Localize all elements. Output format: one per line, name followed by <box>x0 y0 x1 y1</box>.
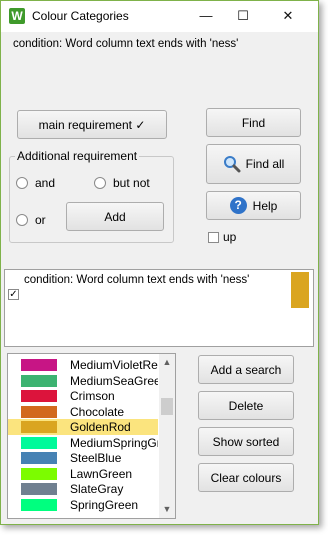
current-condition-text: condition: Word column text ends with 'n… <box>13 38 239 50</box>
colour-list-scrollbar[interactable]: ▲ ▼ <box>159 354 175 518</box>
colour-list-item[interactable]: MediumSeaGreen <box>8 373 158 389</box>
show-sorted-button[interactable]: Show sorted <box>198 427 294 456</box>
colour-name: SteelBlue <box>70 451 122 465</box>
colour-swatch <box>21 359 57 371</box>
search-item-checkbox[interactable]: ✓ <box>8 289 19 300</box>
window-title: Colour Categories <box>32 9 129 23</box>
find-button[interactable]: Find <box>206 108 301 137</box>
colour-swatch <box>21 436 57 449</box>
colour-list-item[interactable]: SlateGray <box>8 481 158 497</box>
colour-swatch <box>21 498 57 511</box>
scroll-thumb[interactable] <box>161 398 173 415</box>
add-button[interactable]: Add <box>66 202 164 231</box>
or-radio[interactable] <box>16 214 28 226</box>
colour-name: MediumVioletRed <box>70 358 158 372</box>
colour-list-item[interactable]: MediumSpringGreen <box>8 435 158 451</box>
colour-list-item[interactable]: Chocolate <box>8 404 158 420</box>
colour-swatch <box>21 390 57 402</box>
colour-list-item[interactable]: MediumVioletRed <box>8 357 158 373</box>
scroll-down-icon[interactable]: ▼ <box>159 504 175 514</box>
question-icon: ? <box>229 197 247 214</box>
minimize-button[interactable]: — <box>188 4 224 28</box>
scroll-up-icon[interactable]: ▲ <box>159 357 175 367</box>
up-label: up <box>223 230 237 244</box>
colour-list-item[interactable]: SpringGreen <box>8 497 158 513</box>
or-label: or <box>35 213 46 227</box>
colour-list-item[interactable]: Crimson <box>8 388 158 404</box>
up-checkbox[interactable] <box>208 232 219 243</box>
delete-button[interactable]: Delete <box>198 391 294 420</box>
help-button[interactable]: ? Help <box>206 191 301 220</box>
colour-swatch <box>21 374 57 387</box>
close-button[interactable]: ✕ <box>270 4 306 28</box>
colour-swatch <box>21 421 57 433</box>
colour-list[interactable]: MediumVioletRed MediumSeaGreen Crimson Choc… <box>7 353 176 519</box>
search-item[interactable]: ✓ condition: Word column text ends with … <box>5 270 313 310</box>
colour-list-item[interactable]: LawnGreen <box>8 466 158 482</box>
search-list-panel: ✓ condition: Word column text ends with … <box>4 269 314 347</box>
but-not-radio[interactable] <box>94 177 106 189</box>
maximize-button[interactable]: ☐ <box>225 4 261 28</box>
and-radio[interactable] <box>16 177 28 189</box>
colour-name: MediumSeaGreen <box>70 373 158 388</box>
find-all-label: Find all <box>245 157 285 171</box>
add-a-search-button[interactable]: Add a search <box>198 355 294 384</box>
additional-requirement-label: Additional requirement <box>15 149 140 163</box>
search-item-color <box>291 272 309 308</box>
search-item-text: condition: Word column text ends with 'n… <box>24 274 250 286</box>
colour-list-item[interactable]: SteelBlue <box>8 450 158 466</box>
colour-list-item[interactable]: GoldenRod <box>8 419 158 435</box>
main-requirement-button[interactable]: main requirement ✓ <box>17 110 167 139</box>
colour-name: GoldenRod <box>70 420 131 434</box>
colour-categories-window: W Colour Categories — ☐ ✕ condition: Wor… <box>0 0 319 525</box>
colour-swatch <box>21 405 57 418</box>
colour-swatch <box>21 483 57 495</box>
help-label: Help <box>252 198 278 213</box>
colour-name: SpringGreen <box>70 497 139 512</box>
colour-name: MediumSpringGreen <box>70 435 158 450</box>
app-icon: W <box>9 8 25 24</box>
colour-name: Chocolate <box>70 404 125 419</box>
title-bar[interactable]: W Colour Categories — ☐ ✕ <box>1 1 318 32</box>
colour-name: Crimson <box>70 389 115 403</box>
clear-colours-button[interactable]: Clear colours <box>198 463 294 492</box>
colour-name: LawnGreen <box>70 466 133 481</box>
find-all-button[interactable]: Find all <box>206 144 301 184</box>
but-not-label: but not <box>113 176 150 190</box>
magnifier-icon <box>223 155 241 173</box>
colour-swatch <box>21 467 57 480</box>
and-label: and <box>35 176 56 190</box>
colour-swatch <box>21 452 57 464</box>
colour-name: SlateGray <box>70 482 124 496</box>
